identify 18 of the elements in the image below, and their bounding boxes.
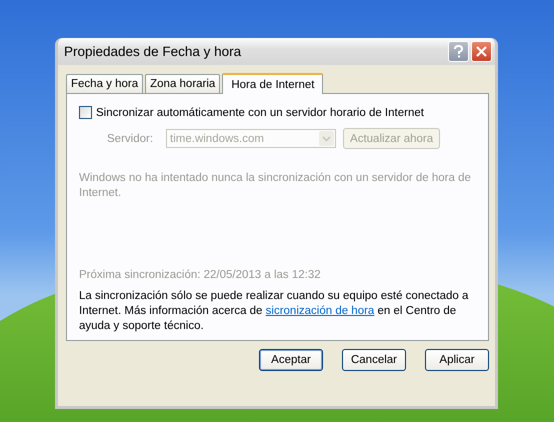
- help-icon: [453, 45, 464, 58]
- checkbox-label: Sincronizar automáticamente con un servidor horario de Internet: [96, 106, 424, 118]
- dialog-button[interactable]: Cancelar: [342, 349, 406, 371]
- close-icon: [476, 46, 487, 57]
- next-sync-text: Próxima sincronización: 22/05/2013 a las 12:32: [79, 268, 322, 283]
- tab[interactable]: Hora de Internet: [222, 73, 324, 94]
- help-link[interactable]: sicronización de hora: [266, 305, 374, 317]
- server-label: Servidor:: [107, 132, 154, 144]
- close-button[interactable]: [471, 41, 492, 62]
- dialog-button[interactable]: Aplicar: [425, 349, 489, 371]
- help-button[interactable]: [448, 41, 469, 62]
- dialog-button[interactable]: Aceptar: [259, 349, 323, 371]
- tab[interactable]: Zona horaria: [145, 74, 220, 93]
- checkbox[interactable]: [79, 106, 92, 119]
- window-title: Propiedades de Fecha y hora: [64, 44, 242, 59]
- status-text: Windows no ha intentado nunca la sincronización con un servidor de hora de Internet.: [79, 171, 472, 201]
- tab[interactable]: Fecha y hora: [66, 74, 144, 93]
- info-text: La sincronización sólo se puede realizar cuando su equipo esté conectado a Internet. Más información acerca de sicronización de hora en el Centro de ayuda y soporte técnico.: [79, 289, 470, 334]
